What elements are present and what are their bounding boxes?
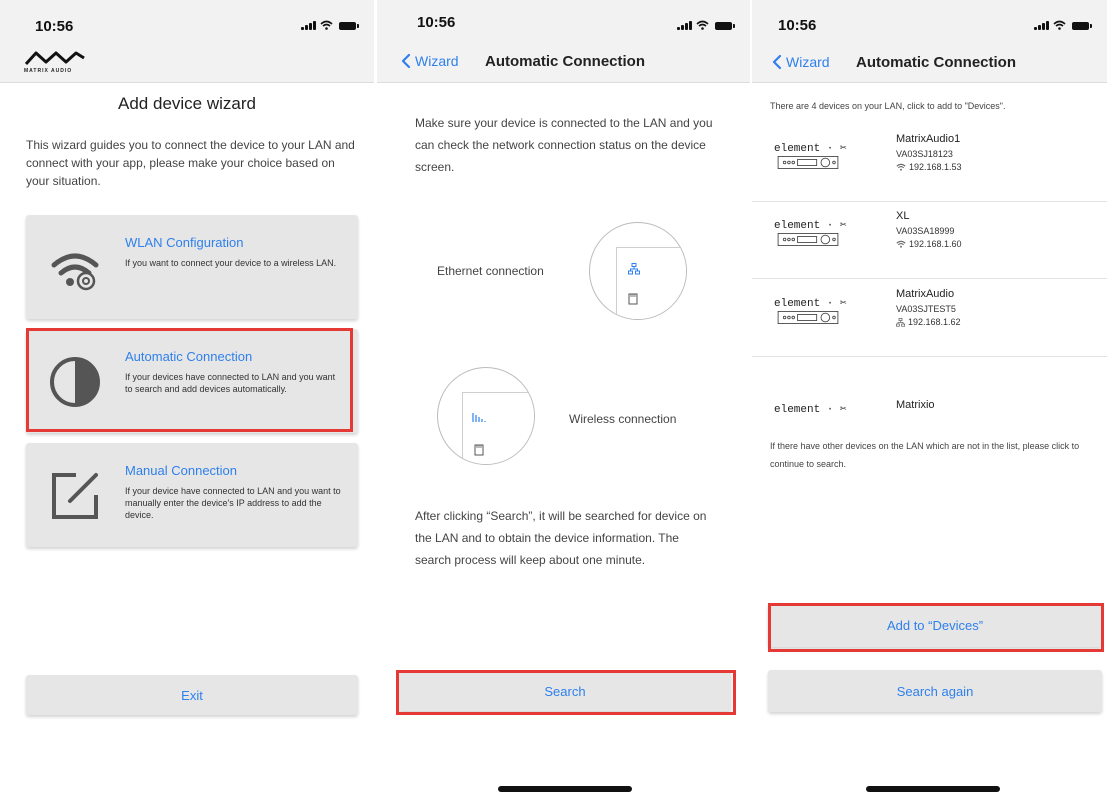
- wifi-icon: [896, 240, 906, 248]
- navigation-bar: Wizard Automatic Connection: [752, 40, 1107, 83]
- cellular-signal-icon: [1034, 21, 1049, 30]
- home-indicator[interactable]: [498, 786, 632, 792]
- exit-button[interactable]: Exit: [26, 675, 358, 715]
- wifi-icon: [320, 20, 333, 30]
- signal-bars-icon: [472, 413, 486, 422]
- device-row[interactable]: element · ✂ Matrixio: [752, 358, 1107, 425]
- home-indicator[interactable]: [125, 786, 260, 792]
- status-time: 10:56: [417, 14, 456, 31]
- wizard-intro: This wizard guides you to connect the de…: [26, 138, 355, 188]
- option-title: WLAN Configuration: [125, 235, 244, 250]
- cellular-signal-icon: [677, 21, 692, 30]
- highlight-box: [26, 328, 353, 432]
- device-brand: element · ✂: [774, 404, 847, 416]
- device-name: MatrixAudio: [896, 288, 955, 300]
- wifi-icon: [896, 163, 906, 171]
- device-serial: VA03SJTEST5: [896, 304, 956, 314]
- ethernet-icon: [896, 317, 905, 327]
- device-front-icon: [777, 311, 839, 324]
- option-description: If you want to connect your device to a …: [125, 258, 337, 268]
- highlight-box: [768, 603, 1104, 652]
- nav-title: Automatic Connection: [856, 54, 1016, 71]
- status-time: 10:56: [778, 17, 817, 34]
- device-front-icon: [777, 233, 839, 246]
- wifi-settings-icon: [51, 253, 99, 291]
- back-label: Wizard: [415, 53, 459, 69]
- matrix-audio-logo: [24, 51, 85, 66]
- ethernet-label: Ethernet connection: [437, 264, 544, 278]
- device-list-screen: 10:56 Wizard Automatic Connection There …: [752, 0, 1107, 792]
- home-indicator[interactable]: [866, 786, 1000, 792]
- battery-icon: [715, 22, 735, 30]
- option-title: Manual Connection: [125, 463, 238, 478]
- device-front-icon: [777, 156, 839, 169]
- wireless-label: Wireless connection: [569, 412, 677, 426]
- wireless-illustration: [437, 367, 535, 465]
- connection-instructions: Make sure your device is connected to th…: [415, 116, 713, 174]
- cellular-signal-icon: [301, 21, 316, 30]
- back-button[interactable]: Wizard: [772, 54, 830, 70]
- back-label: Wizard: [786, 54, 830, 70]
- device-list[interactable]: element · ✂ MatrixAudio1 VA03SJ18123 192…: [752, 125, 1107, 425]
- device-row[interactable]: element · ✂ MatrixAudio1 VA03SJ18123 192…: [752, 125, 1107, 202]
- status-bar: 10:56: [377, 0, 750, 40]
- search-more-text: If there have other devices on the LAN w…: [770, 441, 1080, 469]
- device-row[interactable]: element · ✂ XL VA03SA18999 192.168.1.60: [752, 202, 1107, 279]
- device-brand: element · ✂: [774, 298, 847, 310]
- highlight-box: [396, 670, 736, 715]
- sd-card-icon: [628, 293, 638, 305]
- device-name: MatrixAudio1: [896, 133, 961, 145]
- search-again-button[interactable]: Search again: [768, 670, 1102, 712]
- status-bar: 10:56: [0, 0, 374, 40]
- wifi-icon: [696, 20, 709, 30]
- wlan-configuration-option[interactable]: WLAN Configuration If you want to connec…: [26, 215, 358, 319]
- device-brand: element · ✂: [774, 220, 847, 232]
- device-ip: 192.168.1.60: [909, 239, 962, 249]
- option-description: If your device have connected to LAN and…: [125, 486, 341, 520]
- back-button[interactable]: Wizard: [401, 53, 459, 69]
- device-row[interactable]: element · ✂ MatrixAudio VA03SJTEST5 192.…: [752, 280, 1107, 357]
- ethernet-illustration: [589, 222, 687, 320]
- app-header: MATRIX AUDIO: [0, 40, 374, 83]
- device-name: XL: [896, 210, 910, 222]
- wizard-screen: 10:56 MATRIX AUDIO Add device wizard Thi…: [0, 0, 374, 792]
- edit-icon: [52, 473, 98, 519]
- sd-card-icon: [474, 444, 484, 456]
- manual-connection-option[interactable]: Manual Connection If your device have co…: [26, 443, 358, 547]
- device-brand: element · ✂: [774, 143, 847, 155]
- device-serial: VA03SJ18123: [896, 149, 953, 159]
- device-ip: 192.168.1.62: [908, 317, 961, 327]
- devices-found-text: There are 4 devices on your LAN, click t…: [770, 101, 1006, 111]
- battery-icon: [339, 22, 359, 30]
- search-screen: 10:56 Wizard Automatic Connection Make s…: [377, 0, 750, 792]
- device-ip: 192.168.1.53: [909, 162, 962, 172]
- page-title: Add device wizard: [118, 94, 256, 113]
- status-time: 10:56: [35, 18, 74, 35]
- status-bar: 10:56: [752, 0, 1107, 40]
- navigation-bar: Wizard Automatic Connection: [377, 40, 750, 83]
- device-serial: VA03SA18999: [896, 226, 955, 236]
- ethernet-icon: [628, 263, 640, 275]
- wifi-icon: [1053, 20, 1066, 30]
- nav-title: Automatic Connection: [485, 53, 645, 70]
- device-name: Matrixio: [896, 399, 935, 411]
- chevron-left-icon: [401, 53, 411, 69]
- battery-icon: [1072, 22, 1092, 30]
- search-info: After clicking “Search”, it will be sear…: [415, 509, 707, 567]
- brand-text: MATRIX AUDIO: [24, 68, 73, 74]
- chevron-left-icon: [772, 54, 782, 70]
